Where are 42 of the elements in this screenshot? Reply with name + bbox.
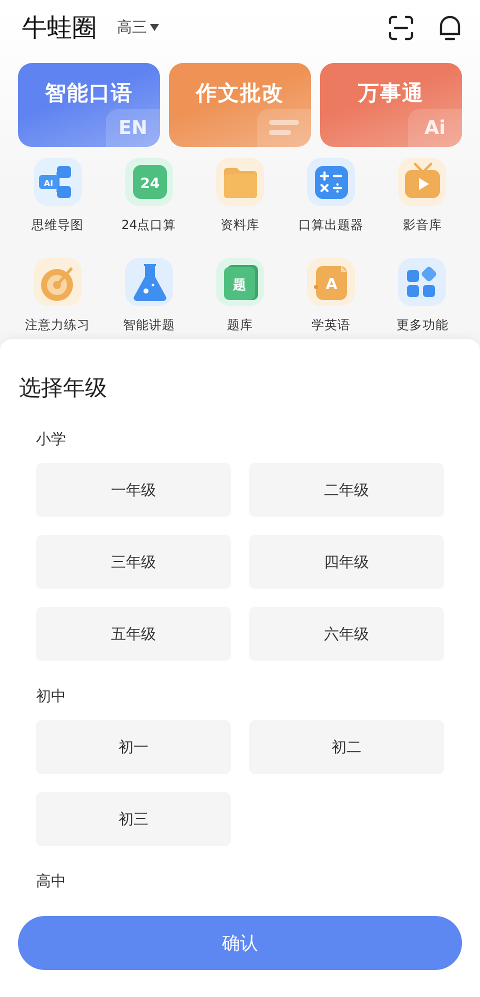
tool-item[interactable]: 资料库 xyxy=(194,157,286,233)
tool-item[interactable]: 影音库 xyxy=(376,157,468,233)
grade-option[interactable]: 六年级 xyxy=(249,607,444,661)
grade-option[interactable]: 五年级 xyxy=(36,607,231,661)
tool-item[interactable]: 更多功能 xyxy=(376,257,468,333)
calendar-icon: 24 xyxy=(124,157,174,207)
tool-item[interactable]: 智能讲题 xyxy=(103,257,194,333)
tool-item[interactable]: A 学英语 xyxy=(286,257,377,333)
book-icon: 题 xyxy=(214,257,265,307)
folder-icon xyxy=(214,157,265,207)
tool-item[interactable]: 24 24点口算 xyxy=(103,157,194,233)
sheet-title: 选择年级 xyxy=(19,375,108,403)
scan-icon[interactable] xyxy=(388,14,414,40)
more-apps-icon xyxy=(397,257,448,307)
lines-icon xyxy=(269,119,299,137)
tool-item[interactable]: 题 题库 xyxy=(194,257,286,333)
app-title: 牛蛙圈 xyxy=(22,12,97,44)
mind-map-icon: AI xyxy=(32,157,83,207)
badge-label: Ai xyxy=(424,117,446,139)
section-label: 小学 xyxy=(36,429,67,449)
caret-icon xyxy=(150,24,159,31)
grade-option[interactable]: 三年级 xyxy=(36,535,231,589)
grade-option[interactable]: 初三 xyxy=(36,792,231,846)
grade-option[interactable]: 一年级 xyxy=(36,463,231,517)
tool-item[interactable]: 注意力练习 xyxy=(12,257,104,333)
feature-card[interactable]: 智能口语 EN xyxy=(18,63,160,147)
tool-item[interactable]: AI 思维导图 xyxy=(12,157,104,233)
section-label: 初中 xyxy=(36,686,67,706)
section-label: 高中 xyxy=(36,871,67,891)
tool-item[interactable]: 口算出题器 xyxy=(286,157,377,233)
grade-option[interactable]: 初二 xyxy=(249,720,444,774)
calculator-icon xyxy=(306,157,356,207)
flask-icon xyxy=(124,257,174,307)
grade-option[interactable]: 初一 xyxy=(36,720,231,774)
grade-selector[interactable]: 高三 xyxy=(117,18,159,37)
grade-option[interactable]: 二年级 xyxy=(249,463,444,517)
target-icon xyxy=(32,257,83,307)
bell-icon[interactable] xyxy=(438,14,462,40)
tv-icon xyxy=(397,157,448,207)
letter-book-icon: A xyxy=(306,257,356,307)
badge-label: EN xyxy=(118,117,148,139)
grade-option[interactable]: 四年级 xyxy=(249,535,444,589)
